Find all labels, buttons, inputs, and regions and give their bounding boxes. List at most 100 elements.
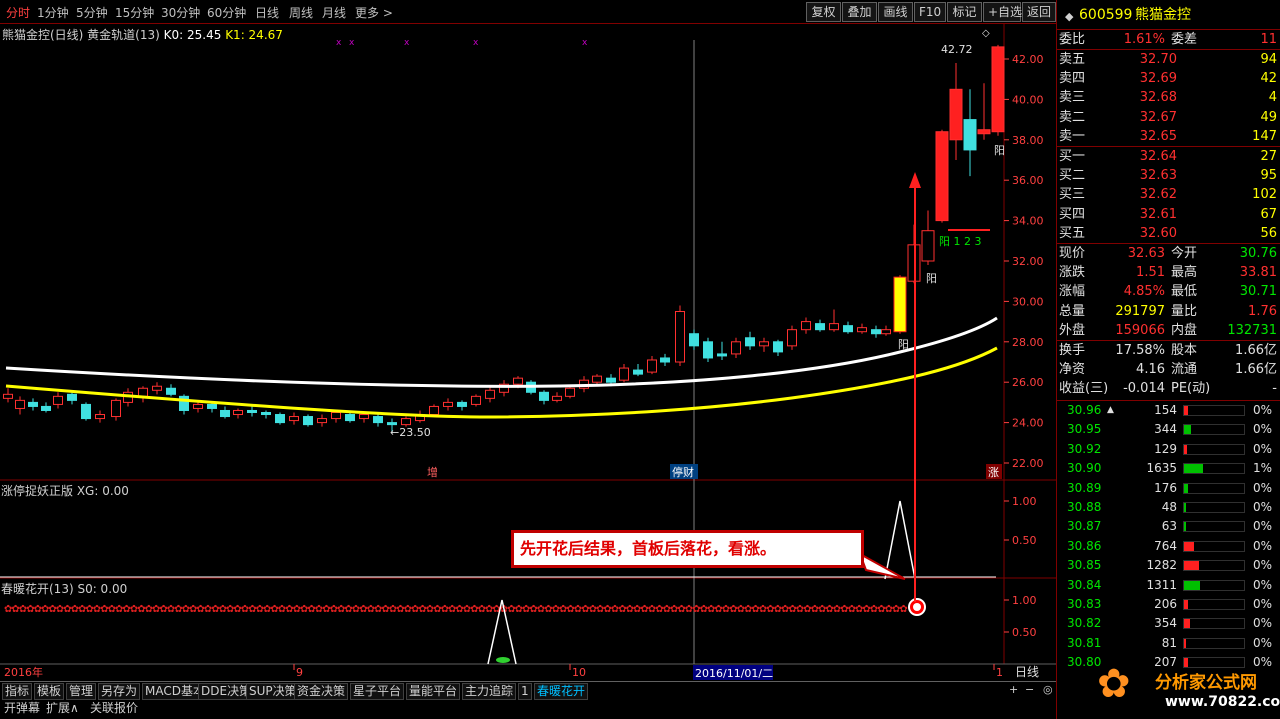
period-tab-15min[interactable]: 15分钟 <box>115 4 154 21</box>
f10-button[interactable]: F10 <box>914 2 946 22</box>
tick-percent: 0% <box>1253 422 1273 437</box>
volume-bar-frame <box>1183 502 1245 513</box>
overlay-button[interactable]: 叠加 <box>842 2 877 22</box>
candle <box>485 386 495 403</box>
quote-cell: 4.16 <box>1136 362 1165 378</box>
tick-price: 30.96 <box>1067 403 1102 417</box>
kline-chart[interactable]: 42.00 40.00 38.00 36.00 34.00 32.00 30.00 28.00… <box>0 24 1056 681</box>
tick-percent: 0% <box>1253 500 1273 514</box>
candle <box>843 321 853 334</box>
indicator-tab[interactable]: SUP决策 <box>246 683 300 700</box>
candle <box>261 410 271 419</box>
period-tab-30min[interactable]: 30分钟 <box>161 4 200 21</box>
buy-level-row: 买三 32.62 102 <box>1057 185 1280 204</box>
y-tick-label: 28.00 <box>1012 336 1044 349</box>
candle <box>829 309 839 332</box>
period-tab-daily[interactable]: 日线 <box>255 4 279 21</box>
period-tab-weekly[interactable]: 周线 <box>289 4 313 21</box>
tick-percent: 0% <box>1253 403 1273 417</box>
weibi-value: 1.61% <box>1123 32 1165 47</box>
quote-cell: 32.62 <box>1139 187 1177 203</box>
candle <box>745 331 755 350</box>
x-label-oct: 10 <box>572 666 586 679</box>
quote-cell: 27 <box>1260 149 1277 164</box>
tick-price: 30.84 <box>1067 577 1102 592</box>
stat-row: 涨跌 1.51 最高 33.81 <box>1057 263 1280 282</box>
stat-row: 外盘 159066 内盘 132731 <box>1057 321 1280 340</box>
marker-zhang: 涨 <box>988 466 999 479</box>
indicator-tab[interactable]: 春暖花开 <box>534 683 589 700</box>
price-volume-row: 30.88 48 0% <box>1057 498 1272 517</box>
tick-volume: 63 <box>1161 519 1177 534</box>
y-axis-ind1: 1.00 0.50 <box>1004 495 1037 547</box>
quote-cell: 1.66亿 <box>1235 343 1277 358</box>
indicator-tab[interactable]: 管理 <box>66 683 97 700</box>
candle <box>166 384 176 397</box>
draw-line-button[interactable]: 画线 <box>878 2 913 22</box>
zoom-out-icon[interactable]: − <box>1025 683 1034 696</box>
quote-cell: - <box>1272 381 1277 397</box>
tick-volume: 1311 <box>1146 577 1177 592</box>
mark-button[interactable]: 标记 <box>947 2 982 22</box>
period-tab-more[interactable]: 更多 > <box>355 4 393 21</box>
y-tick-label: 38.00 <box>1012 134 1044 147</box>
period-tab-monthly[interactable]: 月线 <box>322 4 346 21</box>
quote-cell: 30.71 <box>1239 284 1277 300</box>
volume-bar-frame <box>1183 424 1245 436</box>
candle <box>921 210 935 266</box>
indicator-tab[interactable]: 另存为 <box>98 683 141 700</box>
high-price-label: 42.72 <box>941 43 973 56</box>
indicator-tab[interactable]: 量能平台 <box>406 683 461 700</box>
quote-cell: 换手 <box>1059 343 1086 358</box>
price-volume-row: 30.92 129 0% <box>1057 440 1272 459</box>
indicator-tab[interactable]: 星子平台 <box>350 683 405 700</box>
quote-cell: 291797 <box>1115 303 1165 319</box>
candle <box>675 305 685 367</box>
candle <box>893 275 907 334</box>
quote-cell: 买二 <box>1059 168 1086 184</box>
tick-price: 30.88 <box>1067 500 1102 514</box>
flower-fall-marker-center <box>913 603 921 611</box>
back-button[interactable]: 返回 <box>1022 2 1056 22</box>
period-tab-60min[interactable]: 60分钟 <box>207 4 246 21</box>
x-period-label[interactable]: 日线 <box>1015 665 1039 679</box>
add-watchlist-button[interactable]: +自选 <box>983 2 1022 22</box>
stat2-row: 收益(三) -0.014 PE(动) - <box>1057 379 1280 398</box>
marker-tingcai: 停财 <box>672 465 694 479</box>
quote-cell: PE(动) <box>1171 381 1211 397</box>
period-tab-1min[interactable]: 1分钟 <box>37 4 69 21</box>
bottom-tool-button[interactable]: 扩展∧ <box>44 700 81 718</box>
candle <box>41 402 51 413</box>
indicator-tab[interactable]: 主力追踪 <box>462 683 517 700</box>
bottom-tool-button[interactable]: 关联报价 <box>88 700 140 718</box>
watermark: ✿ 分析家公式网 www.70822.com <box>1095 662 1280 719</box>
indicator-tab[interactable]: 1 <box>518 683 532 700</box>
ind2-title: 春暖花开(13) S0: 0.00 <box>1 582 128 596</box>
indicator-tab[interactable]: 指标 <box>2 683 33 700</box>
sell-level-row: 卖二 32.67 49 <box>1057 108 1280 127</box>
quote-cell: 买一 <box>1059 149 1086 164</box>
candle <box>220 406 230 419</box>
indicator-tab[interactable]: 模板 <box>34 683 65 700</box>
quote-cell: 32.61 <box>1139 206 1177 222</box>
zoom-in-icon[interactable]: + <box>1009 683 1018 696</box>
bottom-tool-button[interactable]: 开弹幕 <box>2 700 42 718</box>
indicator-tab[interactable]: 资金决策 <box>294 683 349 700</box>
tick-price: 30.81 <box>1067 635 1102 650</box>
candle <box>633 364 643 377</box>
candle <box>179 394 189 415</box>
candle <box>53 392 63 409</box>
weicha-label: 委差 <box>1171 32 1198 47</box>
candle <box>3 388 13 403</box>
period-toolbar: 分时 1分钟 5分钟 15分钟 30分钟 60分钟 日线 周线 月线 更多 > … <box>0 0 1056 24</box>
stat-row: 涨幅 4.85% 最低 30.71 <box>1057 282 1280 301</box>
tick-percent: 0% <box>1253 577 1273 592</box>
period-tab-fenshi[interactable]: 分时 <box>6 4 30 21</box>
candle <box>111 398 121 421</box>
candle <box>773 339 783 356</box>
price-volume-row: 30.85 1282 0% <box>1057 556 1272 575</box>
tick-volume: 129 <box>1154 441 1177 456</box>
settings-icon[interactable]: ◎ <box>1043 683 1053 696</box>
fuquan-button[interactable]: 复权 <box>806 2 841 22</box>
period-tab-5min[interactable]: 5分钟 <box>76 4 108 21</box>
